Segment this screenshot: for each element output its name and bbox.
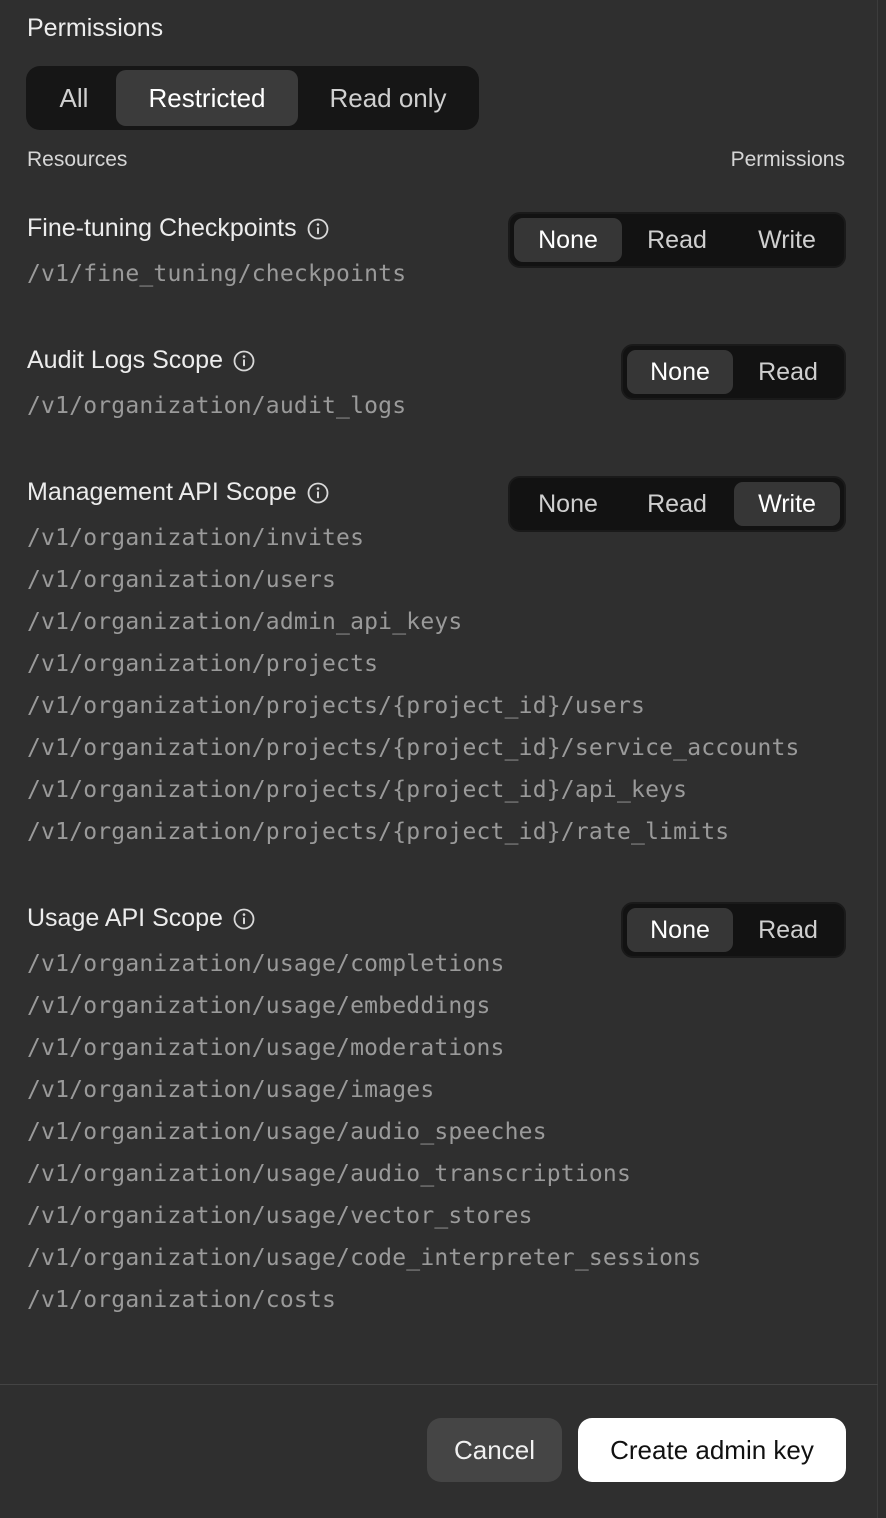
resources-column-header: Resources <box>27 148 128 171</box>
endpoint-path: /v1/organization/audit_logs <box>27 393 407 419</box>
resource-title: Usage API Scope <box>27 904 223 932</box>
endpoint-path: /v1/organization/projects <box>27 651 379 677</box>
endpoint-path: /v1/organization/costs <box>27 1287 337 1313</box>
option-none[interactable]: None <box>514 218 622 262</box>
endpoint-path: /v1/organization/usage/audio_speeches <box>27 1119 547 1145</box>
endpoint-list-audit-logs-scope: /v1/organization/audit_logs <box>27 385 406 427</box>
mode-read-only-option[interactable]: Read only <box>302 70 474 126</box>
permissions-column-header: Permissions <box>730 148 845 171</box>
endpoint-path: /v1/organization/admin_api_keys <box>27 609 463 635</box>
resource-title: Fine-tuning Checkpoints <box>27 214 297 242</box>
permissions-title: Permissions <box>27 14 164 42</box>
endpoint-path: /v1/organization/projects/{project_id}/u… <box>27 693 646 719</box>
option-read[interactable]: Read <box>624 218 730 262</box>
endpoint-list-usage-api-scope: /v1/organization/usage/completions /v1/o… <box>27 943 701 1321</box>
endpoint-path: /v1/organization/usage/completions <box>27 951 505 977</box>
endpoint-path: /v1/organization/invites <box>27 525 365 551</box>
endpoint-path: /v1/organization/usage/embeddings <box>27 993 491 1019</box>
resource-title: Audit Logs Scope <box>27 346 223 374</box>
option-read[interactable]: Read <box>735 908 841 952</box>
footer-divider <box>0 1384 878 1385</box>
mode-restricted-option[interactable]: Restricted <box>116 70 298 126</box>
resource-name-management-api-scope: Management API Scope <box>27 478 329 507</box>
info-icon[interactable] <box>307 218 329 240</box>
create-admin-key-button[interactable]: Create admin key <box>578 1418 846 1482</box>
resource-title: Management API Scope <box>27 478 297 506</box>
resource-name-fine-tuning-checkpoints: Fine-tuning Checkpoints <box>27 214 329 243</box>
option-read[interactable]: Read <box>735 350 841 394</box>
admin-key-permissions-panel: Permissions All Restricted Read only Res… <box>0 0 878 1518</box>
endpoint-path: /v1/organization/projects/{project_id}/s… <box>27 735 800 761</box>
info-icon[interactable] <box>233 350 255 372</box>
endpoint-path: /v1/organization/projects/{project_id}/r… <box>27 819 730 845</box>
permission-toggle-audit-logs-scope: None Read <box>621 344 846 400</box>
endpoint-path: /v1/organization/projects/{project_id}/a… <box>27 777 688 803</box>
endpoint-path: /v1/fine_tuning/checkpoints <box>27 261 407 287</box>
permission-toggle-fine-tuning-checkpoints: None Read Write <box>508 212 846 268</box>
endpoint-path: /v1/organization/usage/vector_stores <box>27 1203 533 1229</box>
option-write[interactable]: Write <box>734 218 840 262</box>
permission-mode-selector: All Restricted Read only <box>26 66 479 130</box>
endpoint-path: /v1/organization/usage/code_interpreter_… <box>27 1245 702 1271</box>
info-icon[interactable] <box>307 482 329 504</box>
resource-name-usage-api-scope: Usage API Scope <box>27 904 255 933</box>
endpoint-list-fine-tuning-checkpoints: /v1/fine_tuning/checkpoints <box>27 253 406 295</box>
endpoint-path: /v1/organization/usage/moderations <box>27 1035 505 1061</box>
resource-name-audit-logs-scope: Audit Logs Scope <box>27 346 255 375</box>
cancel-button[interactable]: Cancel <box>427 1418 562 1482</box>
endpoint-path: /v1/organization/users <box>27 567 337 593</box>
endpoint-path: /v1/organization/usage/audio_transcripti… <box>27 1161 632 1187</box>
mode-all-option[interactable]: All <box>30 70 118 126</box>
endpoint-list-management-api-scope: /v1/organization/invites /v1/organizatio… <box>27 517 800 853</box>
endpoint-path: /v1/organization/usage/images <box>27 1077 435 1103</box>
option-none[interactable]: None <box>627 350 733 394</box>
info-icon[interactable] <box>233 908 255 930</box>
